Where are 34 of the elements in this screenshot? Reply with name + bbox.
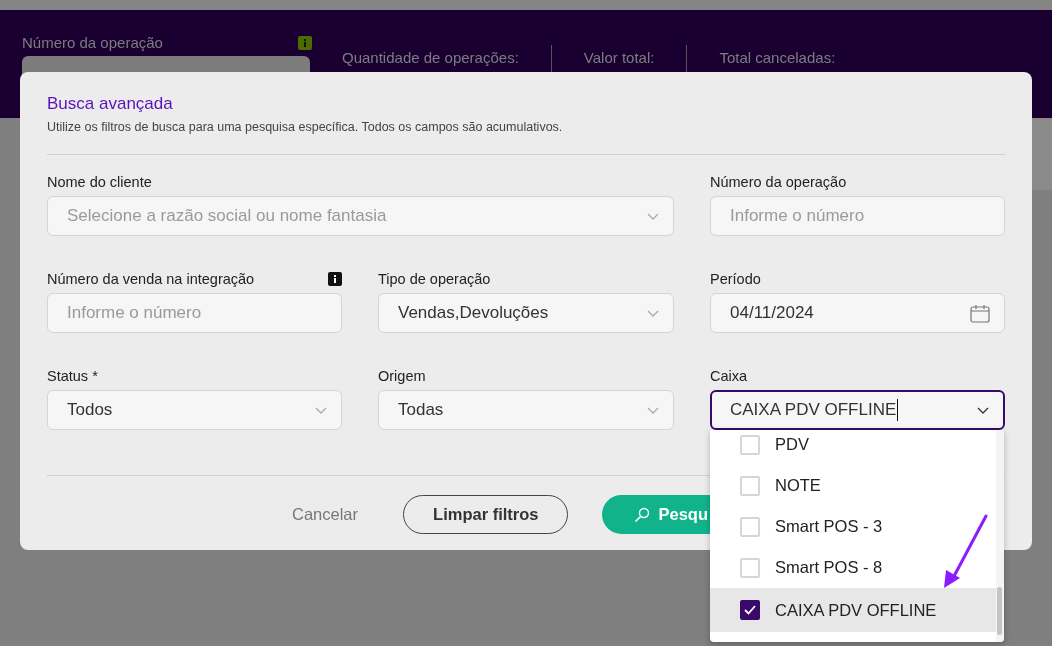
dropdown-option[interactable]: PDV xyxy=(710,430,996,465)
select-field[interactable]: CAIXA PDV OFFLINE xyxy=(710,390,1005,430)
select-field[interactable]: Todas xyxy=(378,390,674,430)
chevron-down-icon xyxy=(647,406,659,414)
field-label: Nome do cliente xyxy=(47,174,152,190)
date-field[interactable]: 04/11/2024 xyxy=(710,293,1005,333)
field-label: Status * xyxy=(47,368,98,384)
field-label: Número da operação xyxy=(710,174,847,190)
field-label: Caixa xyxy=(710,368,748,384)
check-icon xyxy=(744,605,756,615)
select-field[interactable]: Todos xyxy=(47,390,342,430)
select-field[interactable]: Vendas,Devoluções xyxy=(378,293,674,333)
stat-label: Valor total: xyxy=(583,49,655,66)
stat-label: Quantidade de operações: xyxy=(342,49,519,66)
dialog-subtitle: Utilize os filtros de busca para uma pesquisa específica. Todos os campos são acumulativos. xyxy=(47,120,564,134)
info-icon[interactable] xyxy=(328,272,342,286)
dropdown-option[interactable]: Smart POS - 8 xyxy=(710,547,996,588)
field-label: Tipo de operação xyxy=(378,271,491,287)
chevron-down-icon xyxy=(647,212,659,220)
dropdown-option[interactable]: CAIXA PDV OFFLINE xyxy=(710,588,996,632)
chevron-down-icon xyxy=(647,309,659,317)
field-label: Origem xyxy=(378,368,426,384)
field-label: Número da venda na integração xyxy=(47,271,255,287)
checkbox[interactable] xyxy=(740,600,760,620)
chevron-down-icon xyxy=(315,406,327,414)
scrollbar-thumb[interactable] xyxy=(997,587,1002,635)
dialog-title: Busca avançada xyxy=(47,94,174,114)
cancel-link[interactable]: Cancelar xyxy=(288,495,363,534)
field-label: Período xyxy=(710,271,761,287)
field-label: Número da operação xyxy=(22,34,163,51)
stat-label: Total canceladas: xyxy=(719,49,836,66)
search-icon xyxy=(634,506,651,523)
chevron-down-icon xyxy=(977,406,989,414)
calendar-icon[interactable] xyxy=(970,303,990,323)
